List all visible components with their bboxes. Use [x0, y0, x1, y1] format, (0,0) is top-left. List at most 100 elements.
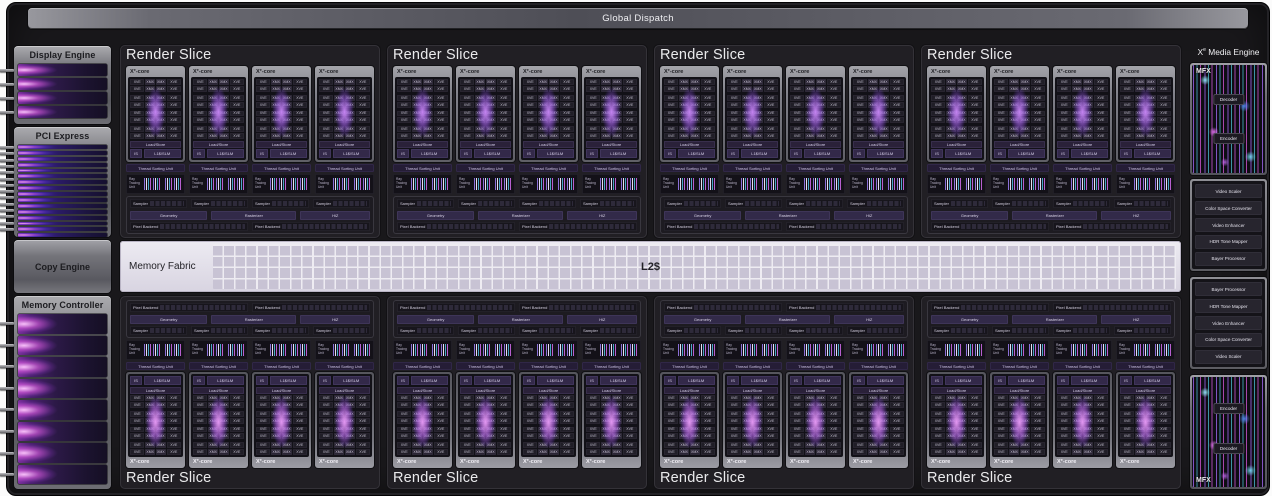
xve-cell: XVE	[727, 102, 741, 108]
xve-row: XVEXMXXMXXVE	[994, 395, 1045, 401]
xve-cell: XVE	[931, 133, 945, 139]
xmx-cell: XMX	[879, 126, 889, 132]
xve-cell: XVE	[1120, 418, 1134, 424]
xve-cell: XVE	[356, 449, 370, 455]
xve-row: XVEXMXXMXXVE	[931, 442, 982, 448]
xve-row: XVEXMXXMXXVE	[256, 95, 307, 101]
xve-row: XVEXMXXMXXVE	[256, 126, 307, 132]
xve-cell: XVE	[293, 418, 307, 424]
xmx-cell: XMX	[156, 133, 166, 139]
xmx-cell: XMX	[271, 102, 281, 108]
xmx-cell: XMX	[1072, 117, 1082, 123]
xmx-cell: XMX	[345, 126, 355, 132]
xve-cell: XVE	[727, 427, 741, 433]
display-engine-block: Display Engine	[14, 46, 111, 124]
xmx-cell: XMX	[1135, 433, 1145, 439]
xve-row: XVEXMXXMXXVE	[130, 126, 181, 132]
xmx-cell: XMX	[868, 427, 878, 433]
xe-core-block: Xe-coreXVEXMXXMXXVEXVEXMXXMXXVEXVEXMXXMX…	[849, 372, 908, 468]
xve-row: XVEXMXXMXXVE	[319, 442, 370, 448]
xmx-cell: XMX	[423, 95, 433, 101]
xve-cell: XVE	[764, 395, 778, 401]
xve-cell: XVE	[167, 402, 181, 408]
xmx-cell: XMX	[412, 402, 422, 408]
xmx-cell: XMX	[957, 95, 967, 101]
xve-row: XVEXMXXMXXVE	[1057, 111, 1108, 117]
xve-cell: XVE	[397, 418, 411, 424]
xmx-cell: XMX	[549, 427, 559, 433]
xve-row-pair: XVEXMXXMXXVEXVEXMXXMXXVE	[790, 126, 841, 139]
xve-cell: XVE	[130, 86, 144, 92]
sampler-label: Sampler	[194, 328, 209, 333]
label-part: e	[794, 459, 796, 463]
l2-cache-grid	[213, 244, 1176, 289]
xve-row: XVEXMXXMXXVE	[853, 95, 904, 101]
xve-cell: XVE	[1120, 433, 1134, 439]
xve-cell: XVE	[397, 117, 411, 123]
sampler-block: Sampler	[519, 326, 576, 335]
xve-cell: XVE	[193, 117, 207, 123]
xve-row: XVEXMXXMXXVE	[1120, 126, 1171, 132]
xmx-cell: XMX	[412, 126, 422, 132]
xve-cell: XVE	[560, 117, 574, 123]
xmx-cell: XMX	[549, 411, 559, 417]
rtu-hatch-area	[677, 344, 716, 356]
xve-row-pair: XVEXMXXMXXVEXVEXMXXMXXVE	[1057, 427, 1108, 440]
rtu-hatch-pattern	[1154, 178, 1172, 190]
is-l1-row: ISL1$/SLM	[397, 376, 448, 385]
xmx-cell: XMX	[1146, 95, 1156, 101]
xve-row: XVEXMXXMXXVE	[727, 117, 778, 123]
xe-core-label: Xe-core	[725, 68, 780, 76]
xve-row-pair: XVEXMXXMXXVEXVEXMXXMXXVE	[931, 427, 982, 440]
xve-row-pair: XVEXMXXMXXVEXVEXMXXMXXVE	[256, 442, 307, 455]
l1-slm-cell: L1$/SLM	[411, 149, 449, 158]
load-store-bar: Load/Store	[994, 141, 1045, 148]
xve-cell: XVE	[853, 111, 867, 117]
rtu-hatch-pattern	[269, 178, 287, 190]
xve-row-pair: XVEXMXXMXXVEXVEXMXXMXXVE	[931, 442, 982, 455]
sampler-block: Sampler	[130, 199, 187, 208]
pixel-backend-cells	[427, 305, 512, 310]
io-connector-stub	[0, 209, 14, 212]
xmx-cell: XMX	[423, 86, 433, 92]
xve-row: XVEXMXXMXXVE	[460, 133, 511, 139]
xe-core-label: Xe-core	[584, 458, 639, 466]
load-store-bar: Load/Store	[130, 141, 181, 148]
geometry-row: GeometryRasterizerHiZ	[130, 315, 370, 324]
sampler-label: Sampler	[583, 201, 598, 206]
ray-tracing-unit-label: Ray Tracing Unit	[993, 178, 1005, 190]
xve-cell: XVE	[560, 402, 574, 408]
xmx-cell: XMX	[679, 111, 689, 117]
geometry-block: Geometry	[130, 211, 207, 220]
xe-core-block: Xe-coreXVEXMXXMXXVEXVEXMXXMXXVEXVEXMXXMX…	[393, 66, 452, 162]
xve-row-pair: XVEXMXXMXXVEXVEXMXXMXXVE	[727, 395, 778, 408]
xmx-cell: XMX	[1146, 126, 1156, 132]
xve-cell: XVE	[623, 102, 637, 108]
render-slice-title: Render Slice	[660, 470, 908, 487]
xve-row-pair: XVEXMXXMXXVEXVEXMXXMXXVE	[193, 411, 244, 424]
xve-row-pair: XVEXMXXMXXVEXVEXMXXMXXVE	[1120, 79, 1171, 92]
xve-row-pair: XVEXMXXMXXVEXVEXMXXMXXVE	[853, 411, 904, 424]
ray-tracing-unit-label: Ray Tracing Unit	[255, 178, 267, 190]
xmx-cell: XMX	[334, 418, 344, 424]
xve-cell: XVE	[664, 117, 678, 123]
xmx-cell: XMX	[1135, 427, 1145, 433]
xve-row: XVEXMXXMXXVE	[523, 433, 574, 439]
xmx-cell: XMX	[1072, 418, 1082, 424]
media-pipeline-item: Color Space Converter	[1195, 201, 1262, 215]
xve-cell: XVE	[167, 102, 181, 108]
sampler-label: Sampler	[789, 201, 804, 206]
l1-slm-cell: L1$/SLM	[804, 149, 842, 158]
xve-cell: XVE	[1094, 86, 1108, 92]
thread-sorting-unit: Thread Sorting Unit	[519, 164, 578, 172]
rtu-hatch-pattern	[698, 344, 716, 356]
xve-cell: XVE	[434, 126, 448, 132]
is-cell: IS	[256, 149, 268, 158]
xve-row: XVEXMXXMXXVE	[931, 402, 982, 408]
thread-sorting-row: Thread Sorting UnitThread Sorting UnitTh…	[927, 362, 1175, 370]
xmx-cell: XMX	[208, 395, 218, 401]
label-part: -core	[262, 69, 276, 75]
xmx-cell: XMX	[1009, 402, 1019, 408]
xmx-cell: XMX	[282, 111, 292, 117]
xmx-cell: XMX	[271, 117, 281, 123]
